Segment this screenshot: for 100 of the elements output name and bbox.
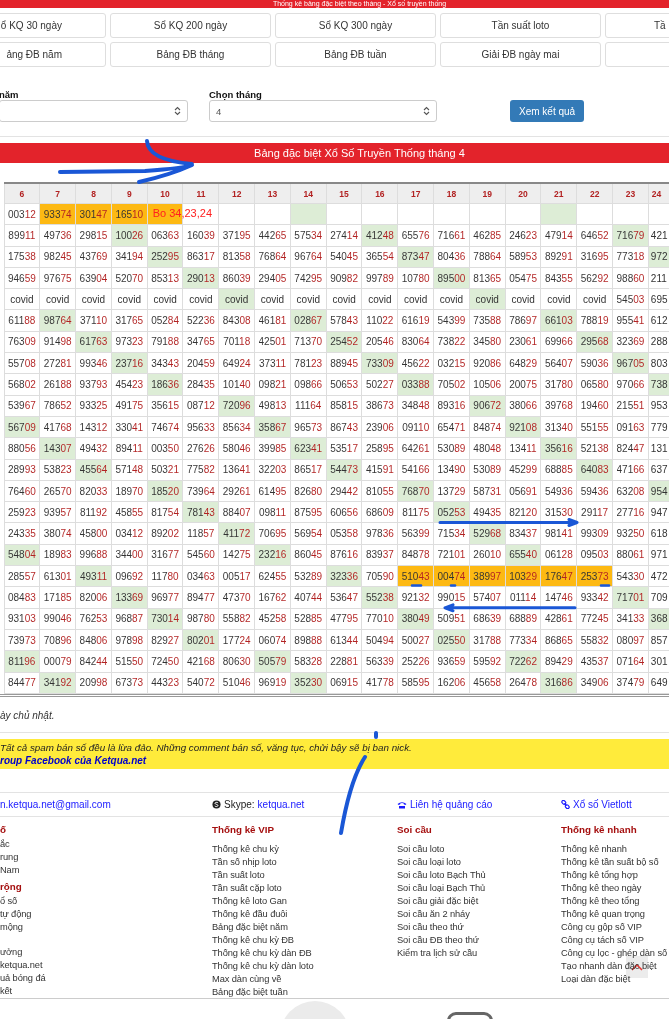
footer-link[interactable]: Bảng đặc biệt năm xyxy=(212,920,288,934)
column-header: 24 xyxy=(648,183,669,204)
footer-link[interactable]: Soi cầu ĐB theo thứ xyxy=(397,933,479,947)
footer-link[interactable]: rung xyxy=(0,850,19,864)
footer-heading: Soi cầu xyxy=(397,822,432,836)
footer-link[interactable]: Max dàn cùng về xyxy=(212,972,282,986)
footer-link[interactable]: Thống kê tổng hợp xyxy=(561,868,638,882)
nav-button[interactable]: Bảng ĐB tháng xyxy=(110,42,271,67)
notice-text: Tất cả spam bán số đều là lừa đảo. Những comment bán số, văng tục, chửi bậy sẽ bị ban nick. xyxy=(0,740,412,754)
table-cell: 08483 xyxy=(4,586,40,609)
footer-heading: Thống kê nhanh xyxy=(561,822,637,836)
footer-link[interactable]: Soi cầu loại Bạch Thủ xyxy=(397,881,486,895)
footer-link[interactable]: Thống kê tần suất bộ số xyxy=(561,855,659,869)
table-cell: 54804 xyxy=(4,544,40,566)
vietlott-link[interactable]: Xổ số Vietlott xyxy=(573,798,632,811)
pen-stroke xyxy=(410,584,423,587)
footer-link[interactable]: Tạo nhanh dàn đặc biệt xyxy=(561,959,657,973)
skype-link[interactable]: ketqua.net xyxy=(257,798,305,811)
field-label: Chọn tháng xyxy=(209,89,263,100)
footer-link[interactable]: ưởng xyxy=(0,945,23,959)
table-cell: 53967 xyxy=(4,395,40,417)
footer-link[interactable]: Thống kê chu kỳ dàn ĐB xyxy=(212,946,312,960)
submit-button[interactable]: Xem kết quả xyxy=(510,100,585,122)
table-cell: 88056 xyxy=(4,437,40,460)
footer-link[interactable]: Công cụ lọc - ghép dàn số xyxy=(561,946,668,960)
column-header: 20 xyxy=(505,183,541,204)
nav-button[interactable]: Tầ xyxy=(605,13,669,38)
footer-link[interactable]: Thống kê theo ngày xyxy=(561,881,642,895)
footer-link[interactable]: Thống kê chu kỳ dàn loto xyxy=(212,959,314,973)
nav-button[interactable]: Bảng ĐB tuần xyxy=(275,42,436,67)
footer-link[interactable]: Soi cầu giải đặc biệt xyxy=(397,894,479,908)
footer-link[interactable]: Công cụ tách số VIP xyxy=(561,933,644,947)
column-header: 14 xyxy=(290,183,327,204)
footer-link[interactable]: Thống kê nhanh xyxy=(561,842,627,856)
footer-link[interactable]: Tần suất loto xyxy=(212,868,265,882)
table-cell: 17538 xyxy=(4,246,40,268)
nav-button[interactable]: Sổ KQ 300 ngày xyxy=(275,13,436,38)
footer-link[interactable]: Tần suất cặp loto xyxy=(212,881,282,895)
table-cell: 76309 xyxy=(4,331,40,353)
footer-link[interactable]: Thống kê chu kỳ ĐB xyxy=(212,933,294,947)
footer-link[interactable]: Thống kê theo tổng xyxy=(561,894,640,908)
nav-button[interactable]: ảng ĐB năm xyxy=(0,42,106,67)
column-header: 16 xyxy=(361,183,398,204)
footer-link[interactable]: Nam xyxy=(0,863,20,877)
footer-link[interactable]: Thống kê loto Gan xyxy=(212,894,287,908)
column-header: 21 xyxy=(540,183,577,204)
column-header: 8 xyxy=(75,183,112,204)
table-cell: 89911 xyxy=(4,224,40,247)
table-cell: 56802 xyxy=(4,373,40,396)
footer-link[interactable]: Bảng đặc biệt tuần xyxy=(212,985,288,999)
footer-link[interactable]: Thống kê đầu đuôi xyxy=(212,907,288,921)
email-link[interactable]: n.ketqua.net@gmail.com xyxy=(0,798,111,811)
footer-link[interactable]: Thống kê chu kỳ xyxy=(212,842,279,856)
footer-link[interactable]: Thống kê quan trọng xyxy=(561,907,645,921)
column-header: 10 xyxy=(147,183,183,204)
footer-link[interactable]: ắc xyxy=(0,837,10,851)
footer-link[interactable]: ketqua.net xyxy=(0,958,43,972)
footer-link[interactable]: Kiểm tra lịch sử cầu xyxy=(397,946,478,960)
footer-heading: ố xyxy=(0,822,6,836)
column-header: 23 xyxy=(612,183,649,204)
footer-link[interactable]: uả bóng đá xyxy=(0,971,46,985)
column-header: 17 xyxy=(397,183,434,204)
phone-icon xyxy=(397,800,407,809)
column-header: 13 xyxy=(254,183,291,204)
nav-button[interactable]: Tần suất loto xyxy=(440,13,601,38)
footer-link[interactable]: ổ số xyxy=(0,894,18,908)
footer-link[interactable]: Công cụ gộp số VIP xyxy=(561,920,642,934)
footer-link[interactable]: Soi cầu loto Bạch Thủ xyxy=(397,868,486,882)
footer-link[interactable]: mộng xyxy=(0,920,23,934)
footer-link[interactable]: kết xyxy=(0,984,13,998)
column-header: 15 xyxy=(326,183,362,204)
footer-link[interactable]: Soi cầu loại loto xyxy=(397,855,461,869)
footer-link[interactable]: Soi cầu loto xyxy=(397,842,445,856)
column-header: 18 xyxy=(433,183,470,204)
column-header: 22 xyxy=(576,183,613,204)
ads-contact-link[interactable]: Liên hệ quảng cáo xyxy=(410,798,493,811)
table-cell: 28557 xyxy=(4,565,40,587)
table-cell: 76460 xyxy=(4,480,40,502)
facebook-link[interactable]: roup Facebook của Ketqua.net xyxy=(0,753,147,767)
nav-button[interactable]: Giải ĐB ngày mai xyxy=(440,42,601,67)
nav-button[interactable]: Sổ KQ 200 ngày xyxy=(110,13,271,38)
footer-link[interactable]: Soi cầu theo thứ xyxy=(397,920,464,934)
select-field[interactable]: 4 xyxy=(209,100,437,122)
column-header: 6 xyxy=(4,183,40,204)
note-text: ày chủ nhật. xyxy=(0,709,56,722)
chevron-icon xyxy=(174,106,181,116)
table-cell: 24335 xyxy=(4,522,40,545)
footer-link[interactable]: Soi cầu ăn 2 nháy xyxy=(397,907,470,921)
column-header: 9 xyxy=(111,183,148,204)
skype-label: Skype: xyxy=(224,798,255,811)
footer-link[interactable]: tự động xyxy=(0,907,32,921)
footer-link[interactable]: Tần số nhịp loto xyxy=(212,855,277,869)
table-cell: covid xyxy=(4,288,40,310)
select-field[interactable] xyxy=(0,100,188,122)
footer-link[interactable]: Loại dàn đặc biệt xyxy=(561,972,631,986)
table-cell: 73973 xyxy=(4,629,40,651)
nav-button[interactable]: ổ KQ 30 ngày xyxy=(0,13,106,38)
table-cell: 93374 xyxy=(39,203,76,225)
pen-stroke xyxy=(449,584,457,587)
footer-heading: Thống kê VIP xyxy=(212,822,275,836)
